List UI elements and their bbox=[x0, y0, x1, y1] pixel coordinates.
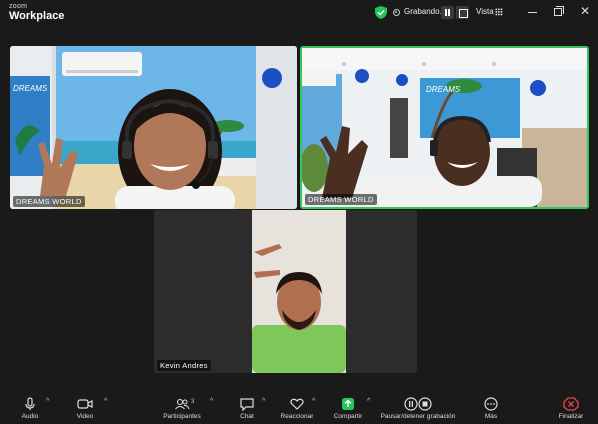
share-button[interactable]: Compartir bbox=[328, 392, 368, 424]
chat-options-chevron-icon[interactable]: ^ bbox=[262, 398, 265, 405]
share-label: Compartir bbox=[333, 413, 363, 420]
heart-reaction-icon bbox=[290, 398, 304, 410]
more-label: Más bbox=[484, 413, 498, 420]
restore-button[interactable] bbox=[554, 6, 564, 16]
participant-2-video: DREAMS bbox=[302, 48, 587, 207]
participants-options-chevron-icon[interactable]: ^ bbox=[210, 398, 213, 405]
participant-1-video: DREAMS bbox=[10, 46, 297, 209]
video-tile-participant-2[interactable]: DREAMS DREAMS WORLD bbox=[300, 46, 589, 209]
reactions-label: Reaccionar bbox=[280, 413, 314, 420]
video-tile-participant-3[interactable]: Kevin Andres bbox=[154, 210, 417, 373]
recording-status: Grabando... bbox=[404, 7, 447, 16]
participants-label: Participantes bbox=[163, 413, 201, 420]
end-meeting-button[interactable]: Finalizar bbox=[554, 392, 588, 424]
video-options-chevron-icon[interactable]: ^ bbox=[104, 398, 107, 405]
participant-name-tag: Kevin Andres bbox=[157, 360, 211, 371]
logo-small-text: zoom bbox=[9, 3, 28, 10]
video-camera-icon bbox=[77, 399, 93, 409]
meeting-toolbar: Audio ^ Video ^ Participantes 3 ^ Chat ^… bbox=[0, 392, 598, 424]
end-meeting-icon bbox=[563, 397, 579, 411]
more-options-icon bbox=[484, 397, 498, 411]
logo-big-text: Workplace bbox=[9, 10, 65, 22]
more-button[interactable]: Más bbox=[478, 392, 504, 424]
reactions-button[interactable]: Reaccionar bbox=[277, 392, 317, 424]
audio-button[interactable]: Audio bbox=[14, 392, 46, 424]
chat-icon bbox=[240, 398, 254, 411]
security-shield-icon[interactable] bbox=[375, 6, 387, 19]
chat-button[interactable]: Chat bbox=[233, 392, 261, 424]
microphone-icon bbox=[25, 397, 35, 410]
audio-label: Audio bbox=[21, 413, 39, 420]
svg-text:DREAMS: DREAMS bbox=[426, 85, 461, 94]
participant-name-tag: DREAMS WORLD bbox=[305, 194, 377, 205]
recording-control-button[interactable]: Pausar/detener grabación bbox=[380, 392, 456, 424]
view-button[interactable]: Vista bbox=[476, 7, 494, 16]
stop-recording-button[interactable] bbox=[456, 6, 469, 19]
participants-button[interactable]: Participantes bbox=[158, 392, 206, 424]
grid-view-icon[interactable] bbox=[495, 8, 503, 16]
pause-stop-recording-icon bbox=[404, 397, 432, 411]
recording-control-label: Pausar/detener grabación bbox=[380, 413, 456, 420]
participant-name-tag: DREAMS WORLD bbox=[13, 196, 85, 207]
video-label: Video bbox=[76, 413, 94, 420]
participants-count-badge: 3 bbox=[191, 399, 195, 405]
pause-recording-button[interactable] bbox=[441, 6, 454, 19]
share-options-chevron-icon[interactable]: ^ bbox=[367, 398, 370, 405]
video-button[interactable]: Video bbox=[68, 392, 102, 424]
audio-options-chevron-icon[interactable]: ^ bbox=[46, 398, 49, 405]
video-tile-participant-1[interactable]: DREAMS DREAMS WORLD bbox=[10, 46, 297, 209]
minimize-button[interactable] bbox=[528, 12, 537, 13]
zoom-logo: zoom Workplace bbox=[9, 3, 64, 22]
end-meeting-label: Finalizar bbox=[558, 413, 584, 420]
participants-icon bbox=[175, 398, 190, 410]
chat-label: Chat bbox=[240, 413, 254, 420]
title-bar: zoom Workplace Grabando... Vista ✕ bbox=[0, 0, 598, 26]
svg-text:DREAMS: DREAMS bbox=[13, 84, 48, 93]
reactions-options-chevron-icon[interactable]: ^ bbox=[312, 398, 315, 405]
share-screen-icon bbox=[342, 398, 354, 410]
recording-icon bbox=[393, 9, 400, 16]
participant-3-video bbox=[154, 210, 417, 373]
close-window-button[interactable]: ✕ bbox=[580, 5, 590, 17]
